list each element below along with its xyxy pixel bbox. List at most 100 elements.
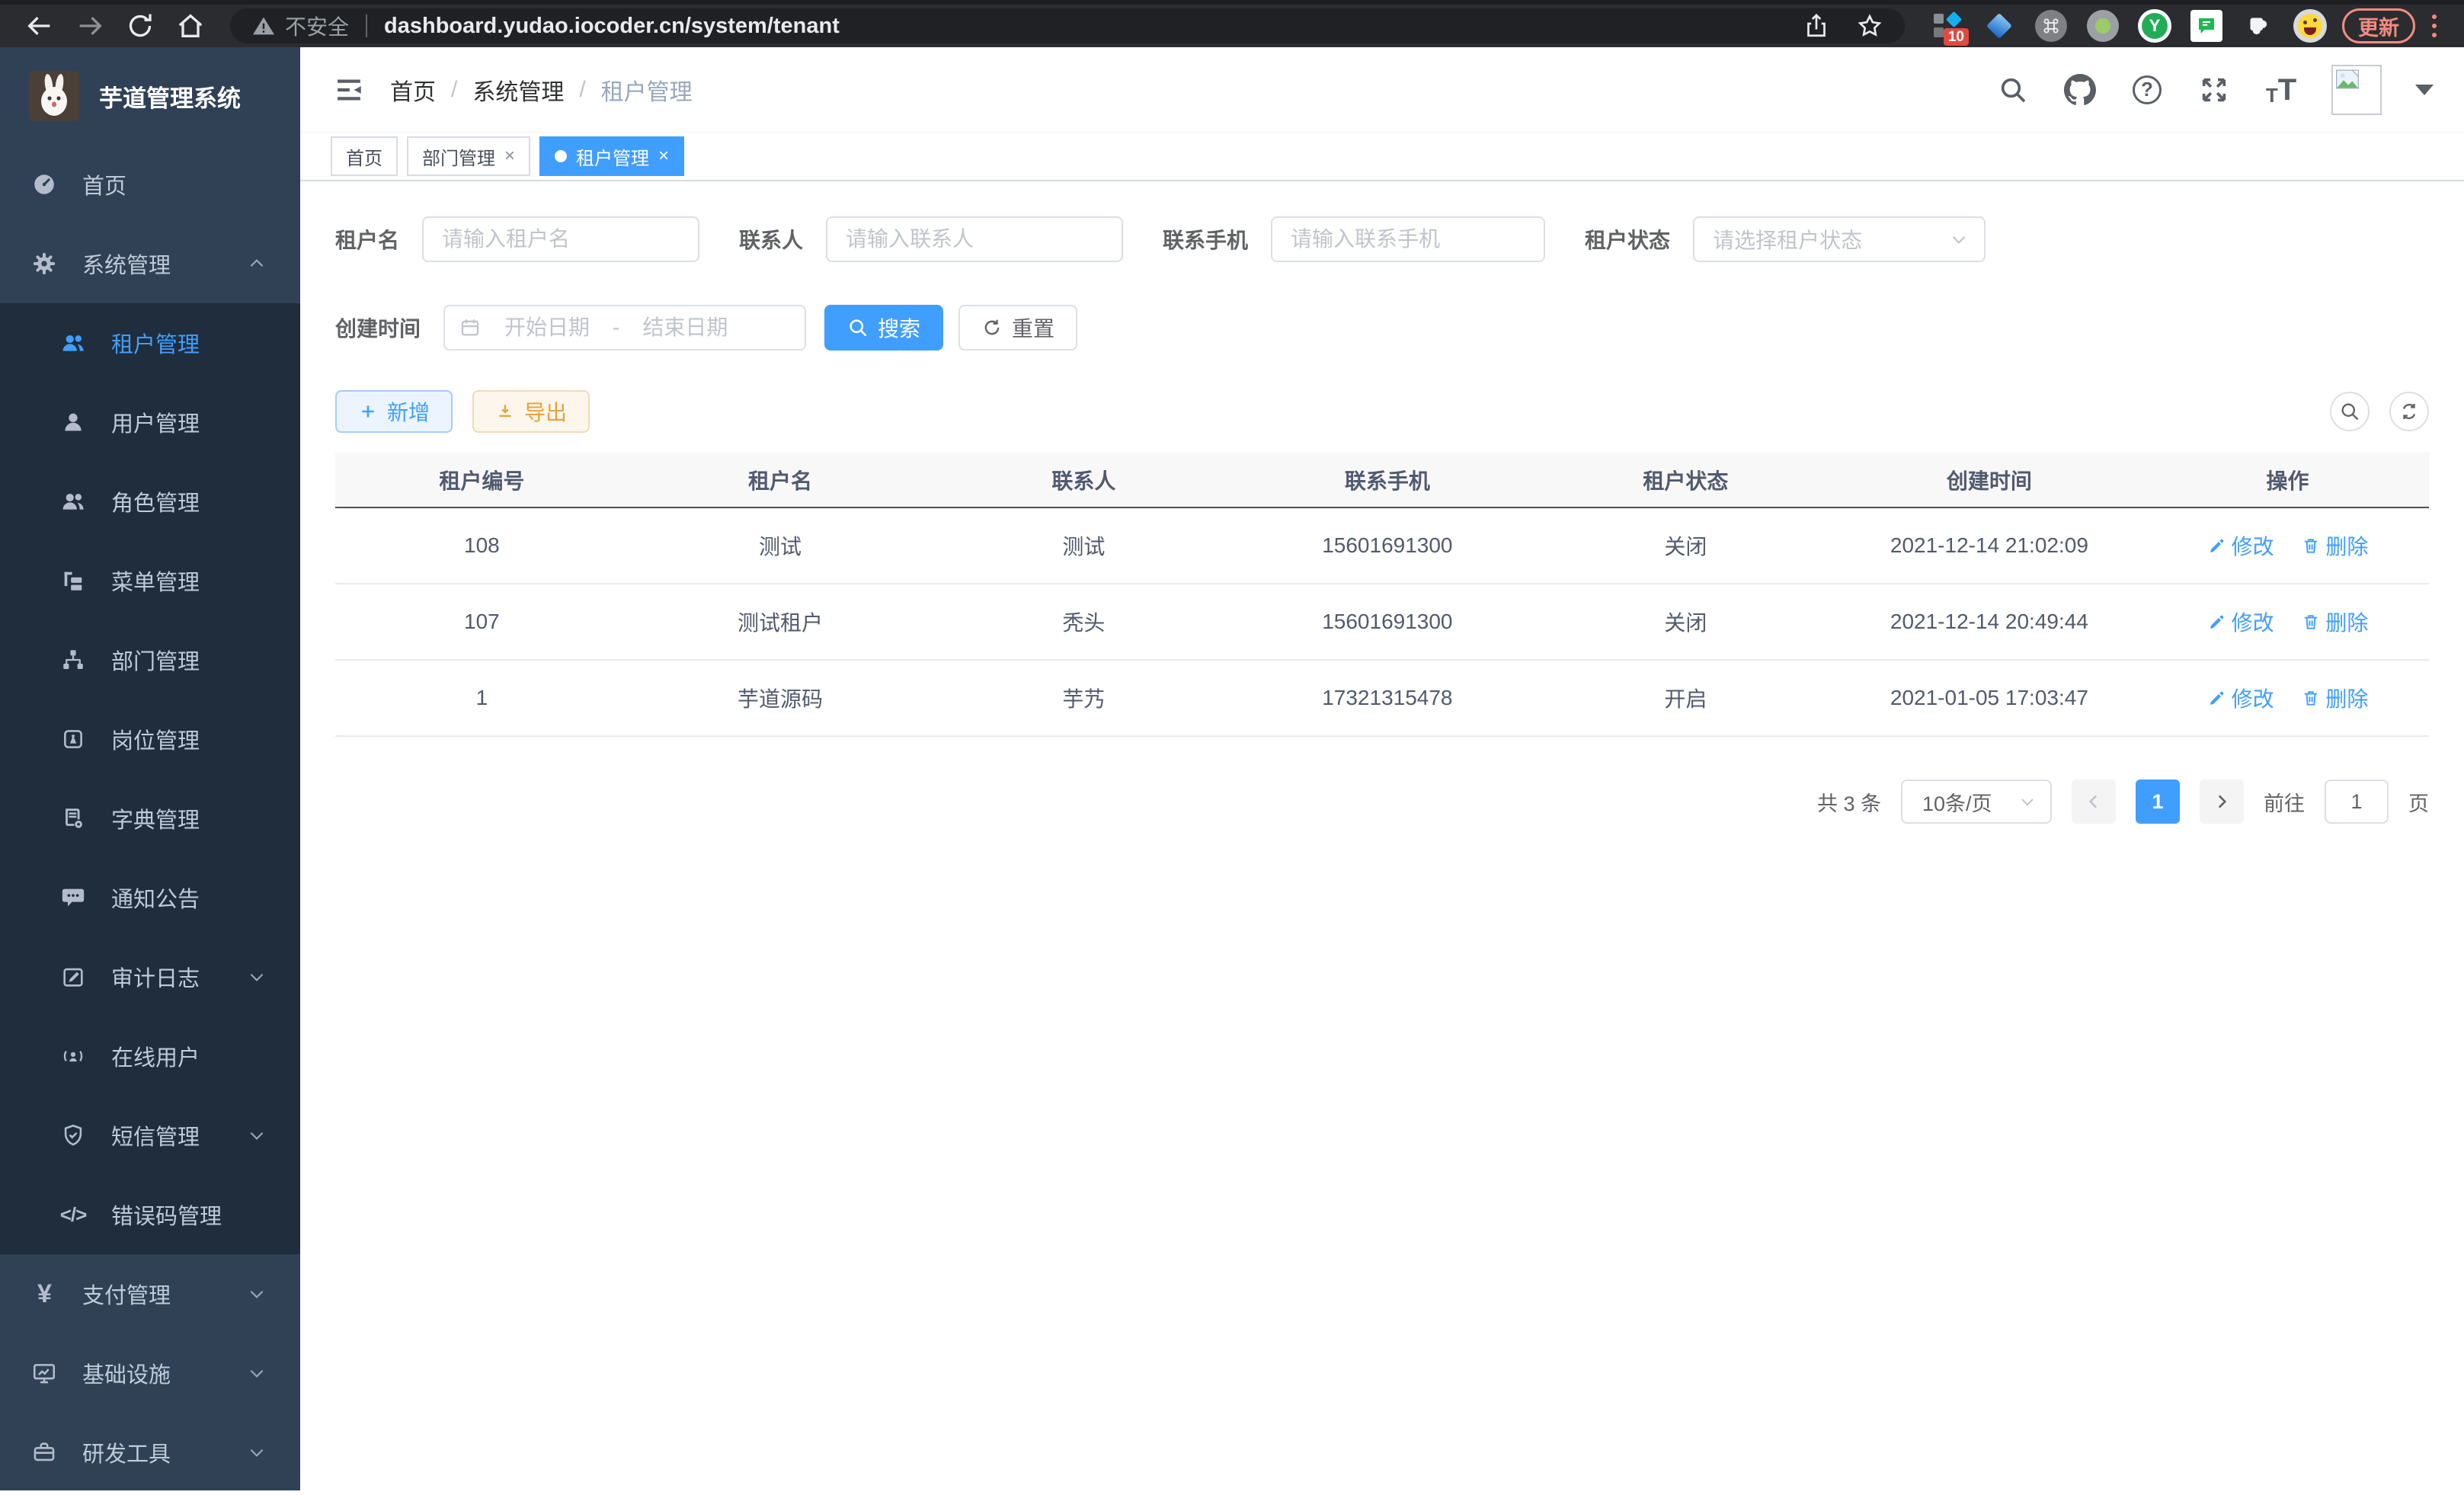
sidebar-item-user[interactable]: 用户管理: [0, 383, 300, 462]
y-logo-icon: Y: [2142, 13, 2168, 39]
tags-view-bar: 首页 部门管理 × 租户管理 ×: [300, 133, 2464, 181]
mobile-input[interactable]: [1271, 216, 1545, 262]
sidebar-item-label: 研发工具: [82, 1436, 171, 1468]
sidebar-item-tenant[interactable]: 租户管理: [0, 303, 300, 383]
tenant-name-input[interactable]: [422, 216, 699, 262]
sidebar-item-post[interactable]: 岗位管理: [0, 699, 300, 779]
date-range-picker[interactable]: -: [443, 305, 806, 351]
sidebar-item-dept[interactable]: 部门管理: [0, 620, 300, 699]
sidebar-item-label: 菜单管理: [111, 565, 200, 597]
back-arrow-icon: [24, 11, 55, 41]
chevron-down-icon: [247, 1125, 267, 1145]
delete-link[interactable]: 删除: [2301, 683, 2368, 713]
prev-page-button[interactable]: [2072, 780, 2116, 824]
show-search-toggle-button[interactable]: [2330, 392, 2370, 431]
status-label: 租户状态: [1585, 224, 1670, 255]
cell-created: 2021-12-14 21:02:09: [1832, 507, 2146, 584]
edit-link[interactable]: 修改: [2207, 683, 2274, 713]
help-doc-button[interactable]: ?: [2130, 73, 2164, 107]
export-button[interactable]: 导出: [472, 390, 590, 433]
trash-icon: [2301, 536, 2321, 555]
profile-avatar-button[interactable]: [2293, 9, 2327, 43]
sidebar-item-devtools[interactable]: 研发工具: [0, 1413, 300, 1490]
sidebar-item-label: 系统管理: [82, 248, 171, 280]
browser-home-button[interactable]: [169, 9, 212, 43]
table-row: 1 芋道源码 芋艿 17321315478 开启 2021-01-05 17:0…: [335, 660, 2429, 736]
add-button[interactable]: 新增: [335, 390, 453, 433]
sidebar-item-audit-log[interactable]: 审计日志: [0, 937, 300, 1016]
contact-input[interactable]: [826, 216, 1123, 262]
extension-y-button[interactable]: Y: [2138, 9, 2171, 43]
chevron-down-icon: [247, 1442, 267, 1462]
dictionary-icon: [59, 805, 87, 832]
close-icon[interactable]: ×: [504, 146, 515, 167]
browser-back-button[interactable]: [18, 9, 61, 43]
goto-page-input[interactable]: [2325, 780, 2389, 824]
address-bar[interactable]: 不安全 dashboard.yudao.iocoder.cn/system/te…: [230, 8, 1905, 43]
tab-dept[interactable]: 部门管理 ×: [407, 136, 530, 176]
browser-menu-button[interactable]: [2423, 14, 2446, 37]
breadcrumb-home[interactable]: 首页: [390, 73, 436, 107]
puzzle-icon: [2245, 12, 2272, 40]
bookmark-button[interactable]: [1856, 12, 1883, 40]
breadcrumb-separator: /: [451, 77, 457, 103]
edit-link[interactable]: 修改: [2207, 530, 2274, 561]
extension-dot-button[interactable]: [2086, 9, 2120, 43]
active-dot-icon: [555, 150, 567, 162]
app-logo-header[interactable]: 芋道管理系统: [0, 47, 300, 145]
chrome-update-button[interactable]: 更新: [2342, 8, 2415, 43]
message-icon: [59, 884, 87, 911]
github-link[interactable]: [2063, 73, 2097, 107]
next-page-button[interactable]: [2200, 780, 2244, 824]
share-button[interactable]: [1803, 12, 1830, 40]
avatar-dropdown-caret-icon[interactable]: [2415, 85, 2434, 95]
tab-home[interactable]: 首页: [331, 136, 398, 176]
chevron-down-icon: [247, 1363, 267, 1383]
sidebar-item-role[interactable]: 角色管理: [0, 462, 300, 541]
edit-link[interactable]: 修改: [2207, 607, 2274, 637]
sidebar-item-error-code[interactable]: </> 错误码管理: [0, 1175, 300, 1254]
font-size-button[interactable]: TT: [2264, 73, 2298, 107]
extension-chat-button[interactable]: [2190, 9, 2223, 43]
delete-link[interactable]: 删除: [2301, 607, 2368, 637]
refresh-table-button[interactable]: [2389, 392, 2429, 431]
sidebar-item-payment[interactable]: ¥ 支付管理: [0, 1254, 300, 1333]
date-start-input[interactable]: [486, 315, 608, 340]
edit-pen-icon: [2207, 688, 2227, 708]
date-end-input[interactable]: [624, 315, 746, 340]
extension-command-button[interactable]: [2034, 9, 2068, 43]
search-button[interactable]: 搜索: [824, 305, 943, 351]
extensions-puzzle-button[interactable]: [2242, 9, 2275, 43]
sidebar-item-notice[interactable]: 通知公告: [0, 858, 300, 937]
pagination: 共 3 条 10条/页 1 前往 页: [335, 780, 2429, 824]
reset-button[interactable]: 重置: [958, 305, 1077, 351]
browser-reload-button[interactable]: [119, 9, 162, 43]
fullscreen-button[interactable]: [2197, 73, 2231, 107]
forward-arrow-icon: [75, 11, 105, 41]
tenant-status-select[interactable]: 请选择租户状态: [1693, 216, 1986, 262]
delete-link[interactable]: 删除: [2301, 530, 2368, 561]
close-icon[interactable]: ×: [658, 146, 669, 167]
extension-gem-button[interactable]: [1982, 9, 2016, 43]
sidebar-item-sms[interactable]: 短信管理: [0, 1096, 300, 1175]
sidebar-item-dict[interactable]: 字典管理: [0, 779, 300, 858]
sidebar-item-system[interactable]: 系统管理: [0, 224, 300, 303]
page-size-select[interactable]: 10条/页: [1901, 780, 2052, 824]
search-icon: [1998, 75, 2028, 105]
breadcrumb-system[interactable]: 系统管理: [472, 73, 564, 107]
sidebar-item-home[interactable]: 首页: [0, 145, 300, 224]
user-avatar[interactable]: [2331, 65, 2382, 115]
tab-tenant[interactable]: 租户管理 ×: [539, 136, 684, 176]
shield-check-icon: [59, 1122, 87, 1149]
sidebar-item-infra[interactable]: 基础设施: [0, 1333, 300, 1413]
page-number-current[interactable]: 1: [2136, 780, 2180, 824]
sidebar-item-online-users[interactable]: 在线用户: [0, 1016, 300, 1096]
extension-grid-button[interactable]: 10: [1931, 9, 1964, 43]
browser-forward-button[interactable]: [69, 9, 111, 43]
sidebar-item-menu[interactable]: 菜单管理: [0, 541, 300, 620]
calendar-icon: [459, 316, 482, 339]
header-search-button[interactable]: [1996, 73, 2030, 107]
refresh-icon: [981, 317, 1003, 338]
sidebar-item-label: 用户管理: [111, 406, 200, 438]
sidebar-toggle-button[interactable]: [331, 72, 367, 108]
